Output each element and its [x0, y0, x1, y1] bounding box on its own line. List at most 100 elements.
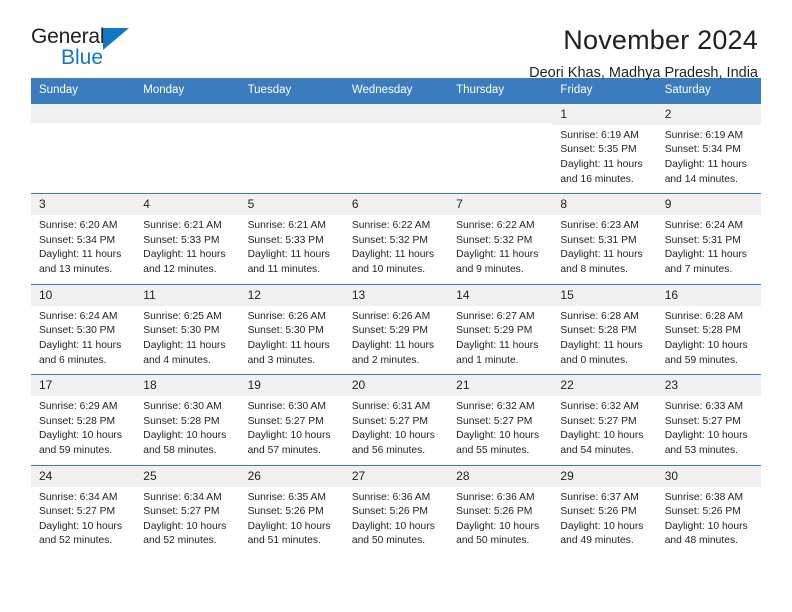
sunrise-time: Sunrise: 6:28 AM — [664, 310, 744, 322]
daylight-duration-line1: Daylight: 10 hours — [39, 520, 122, 532]
daylight-duration-line1: Daylight: 10 hours — [456, 430, 540, 442]
sunrise-time: Sunrise: 6:24 AM — [39, 310, 118, 322]
calendar-day-cell[interactable]: 13 Sunrise: 6:26 AM Sunset: 5:29 PM Dayligh… — [343, 284, 449, 375]
calendar-day-cell[interactable]: 23 Sunrise: 6:33 AM Sunset: 5:27 PM Dayligh… — [656, 375, 761, 465]
day-sun-info: Sunrise: 6:23 AM Sunset: 5:31 PM Daylight:… — [552, 215, 656, 283]
day-sun-info: Sunrise: 6:33 AM Sunset: 5:27 PM Daylight:… — [657, 396, 761, 464]
day-number: 10 — [31, 284, 136, 306]
calendar-day-cell[interactable]: 22 Sunrise: 6:32 AM Sunset: 5:27 PM Dayligh… — [552, 375, 657, 465]
title-block: November 2024 Deori Khas, Madhya Pradesh… — [529, 25, 758, 82]
calendar-grid: Sunday Monday Tuesday Wednesday Thursday… — [31, 78, 761, 555]
daylight-duration-line2: and 12 minutes. — [143, 264, 217, 276]
calendar-day-cell[interactable]: 19 Sunrise: 6:30 AM Sunset: 5:27 PM Dayligh… — [239, 375, 344, 465]
calendar-week-row: 10 Sunrise: 6:24 AM Sunset: 5:30 PM Dayligh… — [31, 283, 761, 375]
daylight-duration-line2: and 3 minutes. — [247, 354, 316, 366]
daylight-duration-line2: and 10 minutes. — [351, 264, 426, 276]
day-number: 24 — [31, 465, 136, 487]
day-sun-info: Sunrise: 6:27 AM Sunset: 5:29 PM Daylight:… — [448, 306, 552, 374]
day-sun-info: Sunrise: 6:28 AM Sunset: 5:28 PM Daylight:… — [657, 306, 761, 374]
daylight-duration-line1: Daylight: 10 hours — [456, 520, 540, 532]
sunrise-time: Sunrise: 6:21 AM — [247, 220, 326, 232]
calendar-day-cell-empty — [343, 103, 449, 194]
day-number: 7 — [448, 194, 553, 216]
daylight-duration-line1: Daylight: 11 hours — [143, 339, 226, 351]
calendar-day-cell[interactable]: 3 Sunrise: 6:20 AM Sunset: 5:34 PM Daylight… — [31, 194, 136, 284]
day-number — [31, 103, 136, 123]
sunrise-time: Sunrise: 6:31 AM — [351, 401, 431, 413]
calendar-day-cell-empty — [135, 103, 240, 194]
calendar-day-cell[interactable]: 27 Sunrise: 6:36 AM Sunset: 5:26 PM Dayligh… — [343, 465, 449, 555]
calendar-day-cell[interactable]: 9 Sunrise: 6:24 AM Sunset: 5:31 PM Daylight… — [656, 194, 761, 284]
calendar-day-cell[interactable]: 10 Sunrise: 6:24 AM Sunset: 5:30 PM Dayligh… — [31, 284, 136, 375]
calendar-day-cell[interactable]: 26 Sunrise: 6:35 AM Sunset: 5:26 PM Dayligh… — [239, 465, 344, 555]
calendar-day-cell[interactable]: 30 Sunrise: 6:38 AM Sunset: 5:26 PM Dayligh… — [656, 465, 761, 555]
day-number: 25 — [135, 465, 240, 487]
calendar-week-row: 17 Sunrise: 6:29 AM Sunset: 5:28 PM Dayligh… — [31, 374, 761, 465]
calendar-day-cell[interactable]: 16 Sunrise: 6:28 AM Sunset: 5:28 PM Dayligh… — [656, 284, 761, 375]
calendar-day-cell[interactable]: 5 Sunrise: 6:21 AM Sunset: 5:33 PM Daylight… — [239, 194, 344, 284]
weekday-header-friday: Friday — [560, 84, 593, 96]
daylight-duration-line1: Daylight: 11 hours — [247, 249, 330, 261]
calendar-day-cell[interactable]: 18 Sunrise: 6:30 AM Sunset: 5:28 PM Dayligh… — [135, 375, 240, 465]
calendar-day-cell[interactable]: 25 Sunrise: 6:34 AM Sunset: 5:27 PM Dayligh… — [135, 465, 240, 555]
daylight-duration-line2: and 1 minute. — [456, 354, 519, 366]
sunset-time: Sunset: 5:35 PM — [560, 144, 637, 156]
sunrise-time: Sunrise: 6:21 AM — [143, 220, 222, 232]
sunset-time: Sunset: 5:33 PM — [247, 234, 324, 246]
sunset-time: Sunset: 5:33 PM — [143, 234, 220, 246]
day-sun-info: Sunrise: 6:19 AM Sunset: 5:34 PM Daylight:… — [657, 125, 761, 193]
calendar-day-cell[interactable]: 29 Sunrise: 6:37 AM Sunset: 5:26 PM Dayligh… — [552, 465, 657, 555]
daylight-duration-line2: and 9 minutes. — [456, 264, 524, 276]
sunrise-time: Sunrise: 6:27 AM — [456, 310, 535, 322]
day-number: 27 — [343, 465, 449, 487]
sunset-time: Sunset: 5:27 PM — [39, 506, 116, 518]
calendar-day-cell[interactable]: 8 Sunrise: 6:23 AM Sunset: 5:31 PM Daylight… — [552, 194, 657, 284]
calendar-day-cell[interactable]: 2 Sunrise: 6:19 AM Sunset: 5:34 PM Daylight… — [656, 103, 761, 194]
sunrise-time: Sunrise: 6:30 AM — [247, 401, 326, 413]
calendar-day-cell-empty — [31, 103, 136, 194]
sunset-time: Sunset: 5:29 PM — [351, 325, 428, 337]
daylight-duration-line2: and 49 minutes. — [560, 535, 634, 547]
sunrise-time: Sunrise: 6:19 AM — [664, 129, 744, 141]
day-number: 14 — [448, 284, 553, 306]
sunrise-time: Sunrise: 6:37 AM — [560, 491, 639, 503]
sunset-time: Sunset: 5:26 PM — [247, 506, 324, 518]
sunset-time: Sunset: 5:30 PM — [143, 325, 220, 337]
daylight-duration-line2: and 51 minutes. — [247, 535, 321, 547]
calendar-day-cell[interactable]: 7 Sunrise: 6:22 AM Sunset: 5:32 PM Daylight… — [448, 194, 553, 284]
calendar-day-cell[interactable]: 28 Sunrise: 6:36 AM Sunset: 5:26 PM Dayligh… — [448, 465, 553, 555]
day-sun-info: Sunrise: 6:32 AM Sunset: 5:27 PM Daylight:… — [448, 396, 552, 464]
calendar-day-cell[interactable]: 24 Sunrise: 6:34 AM Sunset: 5:27 PM Dayligh… — [31, 465, 136, 555]
calendar-day-cell[interactable]: 6 Sunrise: 6:22 AM Sunset: 5:32 PM Daylight… — [343, 194, 449, 284]
sunset-time: Sunset: 5:28 PM — [39, 415, 116, 427]
daylight-duration-line1: Daylight: 10 hours — [351, 520, 435, 532]
calendar-day-cell[interactable]: 15 Sunrise: 6:28 AM Sunset: 5:28 PM Dayligh… — [552, 284, 657, 375]
sunset-time: Sunset: 5:31 PM — [664, 234, 741, 246]
calendar-day-cell[interactable]: 17 Sunrise: 6:29 AM Sunset: 5:28 PM Dayligh… — [31, 375, 136, 465]
daylight-duration-line2: and 11 minutes. — [247, 264, 321, 276]
day-number: 19 — [239, 375, 344, 397]
day-sun-info: Sunrise: 6:30 AM Sunset: 5:28 PM Daylight:… — [135, 396, 239, 464]
calendar-weeks: 1 Sunrise: 6:19 AM Sunset: 5:35 PM Daylight… — [31, 103, 761, 555]
generalblue-logo[interactable]: General Blue — [31, 26, 143, 74]
calendar-day-cell[interactable]: 21 Sunrise: 6:32 AM Sunset: 5:27 PM Dayligh… — [448, 375, 553, 465]
calendar-day-cell[interactable]: 4 Sunrise: 6:21 AM Sunset: 5:33 PM Daylight… — [135, 194, 240, 284]
calendar-day-cell[interactable]: 14 Sunrise: 6:27 AM Sunset: 5:29 PM Dayligh… — [448, 284, 553, 375]
calendar-day-cell[interactable]: 20 Sunrise: 6:31 AM Sunset: 5:27 PM Dayligh… — [343, 375, 449, 465]
daylight-duration-line2: and 54 minutes. — [560, 444, 634, 456]
calendar-day-cell[interactable]: 12 Sunrise: 6:26 AM Sunset: 5:30 PM Dayligh… — [239, 284, 344, 375]
weekday-header-monday: Monday — [143, 84, 185, 96]
daylight-duration-line2: and 55 minutes. — [456, 444, 530, 456]
daylight-duration-line1: Daylight: 11 hours — [143, 249, 226, 261]
day-sun-info: Sunrise: 6:20 AM Sunset: 5:34 PM Daylight:… — [31, 215, 135, 283]
daylight-duration-line1: Daylight: 10 hours — [664, 339, 748, 351]
sunset-time: Sunset: 5:27 PM — [664, 415, 741, 427]
day-sun-info: Sunrise: 6:36 AM Sunset: 5:26 PM Daylight:… — [448, 487, 552, 555]
calendar-week-row: 3 Sunrise: 6:20 AM Sunset: 5:34 PM Daylight… — [31, 193, 761, 284]
day-sun-info: Sunrise: 6:21 AM Sunset: 5:33 PM Daylight:… — [240, 215, 344, 283]
weekday-header-thursday: Thursday — [456, 84, 505, 96]
sunrise-time: Sunrise: 6:28 AM — [560, 310, 639, 322]
calendar-day-cell[interactable]: 1 Sunrise: 6:19 AM Sunset: 5:35 PM Daylight… — [552, 103, 657, 194]
calendar-day-cell[interactable]: 11 Sunrise: 6:25 AM Sunset: 5:30 PM Dayligh… — [135, 284, 240, 375]
sunset-time: Sunset: 5:26 PM — [560, 506, 637, 518]
